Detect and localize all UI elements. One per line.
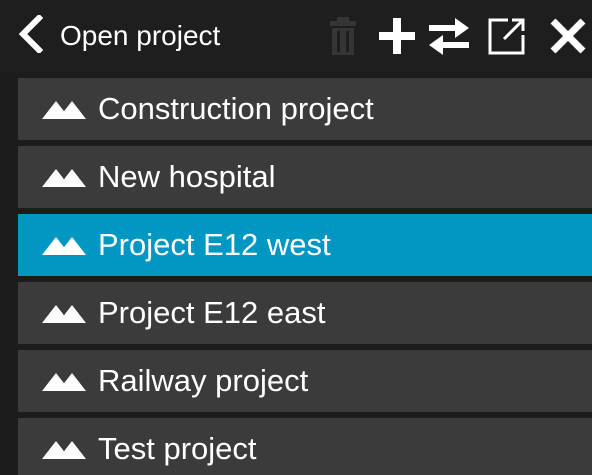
external-link-icon: [486, 15, 528, 57]
trash-icon: [328, 15, 358, 57]
add-project-button[interactable]: [375, 12, 419, 60]
swap-arrows-icon: [427, 17, 471, 55]
list-item[interactable]: New hospital: [18, 146, 592, 208]
delete-button[interactable]: [326, 12, 360, 60]
plus-icon: [377, 16, 417, 56]
mountain-icon: [42, 373, 86, 391]
project-name: New hospital: [98, 159, 276, 194]
project-list: Construction project New hospital Projec…: [18, 78, 592, 475]
back-button[interactable]: [12, 13, 48, 58]
mountain-icon: [42, 169, 86, 187]
header-bar: Open project: [0, 0, 592, 72]
project-name: Railway project: [98, 363, 309, 398]
page-title: Open project: [60, 20, 221, 51]
project-name: Construction project: [98, 91, 374, 126]
list-item[interactable]: Project E12 east: [18, 282, 592, 344]
list-item[interactable]: Test project: [18, 418, 592, 475]
chevron-left-icon: [17, 13, 44, 58]
project-name: Test project: [98, 431, 257, 466]
close-icon: [548, 16, 588, 56]
project-name: Project E12 east: [98, 295, 326, 330]
open-external-button[interactable]: [484, 12, 530, 60]
mountain-icon: [42, 305, 86, 323]
mountain-icon: [42, 237, 86, 255]
list-item-selected[interactable]: Project E12 west: [18, 214, 592, 276]
close-button[interactable]: [546, 12, 590, 60]
mountain-icon: [42, 101, 86, 119]
open-project-window: Open project Construction project New ho…: [0, 0, 592, 475]
project-name: Project E12 west: [98, 227, 331, 262]
swap-button[interactable]: [426, 12, 472, 60]
mountain-icon: [42, 441, 86, 459]
list-item[interactable]: Construction project: [18, 78, 592, 140]
list-item[interactable]: Railway project: [18, 350, 592, 412]
